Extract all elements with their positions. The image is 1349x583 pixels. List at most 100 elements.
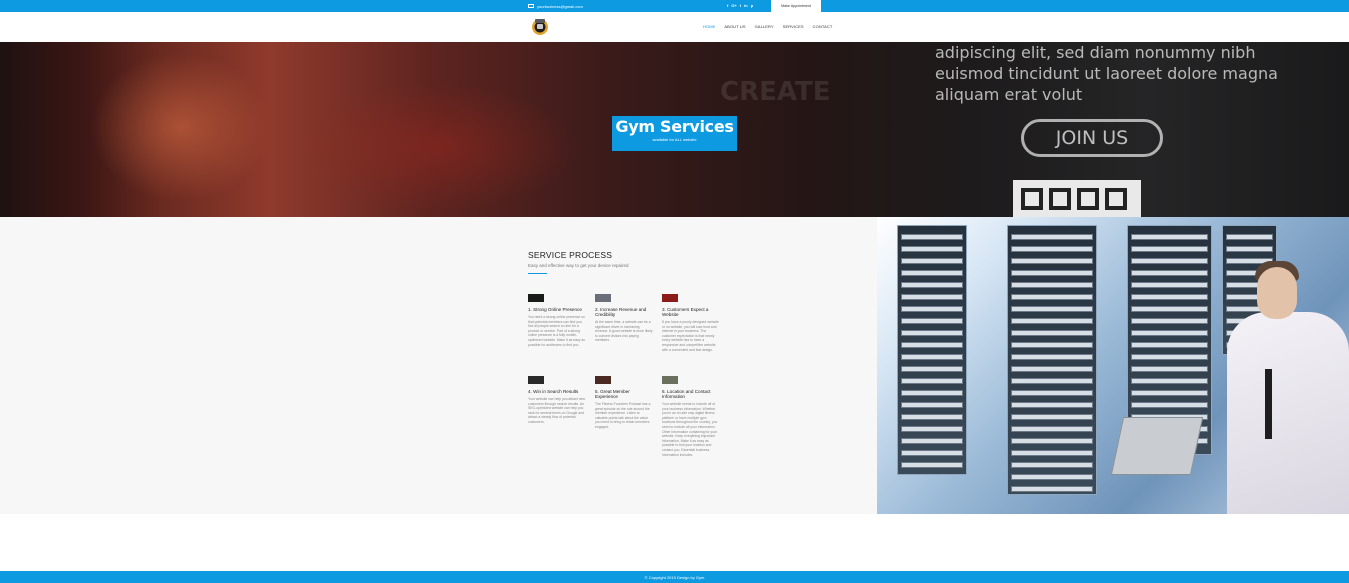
service-item-title: 2. Increase Revenue and Credibility	[595, 307, 647, 317]
technician	[1227, 312, 1349, 514]
section-underline	[528, 273, 547, 274]
nav-item-home[interactable]: HOME	[703, 24, 715, 29]
server-unit	[901, 426, 963, 432]
server-unit	[1131, 366, 1208, 372]
laptop	[1110, 417, 1204, 475]
server-unit	[1011, 486, 1093, 492]
qr-code	[1013, 180, 1141, 217]
server-unit	[1131, 318, 1208, 324]
section-title: SERVICE PROCESS	[528, 250, 613, 260]
server-unit	[1131, 390, 1208, 396]
server-unit	[1011, 366, 1093, 372]
main-navbar: HOME ABOUT US GALLERY SERVICES CONTACT	[0, 12, 1349, 43]
service-thumbnail	[595, 376, 611, 384]
service-item-title: 1. Strong Online Presence	[528, 307, 582, 312]
server-unit	[1226, 246, 1273, 252]
server-unit	[1011, 378, 1093, 384]
twitter-icon[interactable]: t	[740, 3, 741, 9]
nav-item-about-us[interactable]: ABOUT US	[724, 24, 745, 29]
service-thumbnail	[528, 294, 544, 302]
service-item-description: You need a strong online presence so tha…	[528, 315, 585, 347]
facebook-icon[interactable]: f	[727, 3, 728, 9]
make-appointment-button[interactable]: Make Appointment	[771, 0, 821, 12]
service-thumbnail	[528, 376, 544, 384]
server-unit	[901, 366, 963, 372]
server-rack	[897, 225, 967, 475]
technician-head	[1257, 267, 1297, 319]
nav-menu: HOME ABOUT US GALLERY SERVICES CONTACT	[703, 24, 832, 29]
server-room-photo	[877, 217, 1349, 514]
server-unit	[1011, 450, 1093, 456]
server-unit	[901, 354, 963, 360]
hero-background-line: aliquam erat volut	[935, 85, 1083, 104]
service-item: 2. Increase Revenue and Credibility At t…	[595, 294, 653, 343]
server-unit	[1011, 438, 1093, 444]
server-unit	[901, 378, 963, 384]
join-us-button: JOIN US	[1021, 119, 1163, 157]
server-unit	[901, 402, 963, 408]
server-unit	[901, 462, 963, 468]
social-links: f G+ t in p	[727, 3, 753, 9]
top-bar: yourbusiness@gmail.com f G+ t in p Make …	[0, 0, 1349, 12]
server-unit	[1131, 294, 1208, 300]
contact-email-text: yourbusiness@gmail.com	[537, 3, 583, 9]
server-unit	[901, 318, 963, 324]
service-item: 5. Great Member Experience The Fitness F…	[595, 376, 653, 430]
server-unit	[1011, 306, 1093, 312]
pinterest-icon[interactable]: p	[751, 3, 753, 9]
server-unit	[1011, 318, 1093, 324]
hero-banner: CREATE adipiscing elit, sed diam nonummy…	[0, 42, 1349, 217]
server-unit	[901, 282, 963, 288]
server-unit	[901, 294, 963, 300]
server-unit	[1011, 330, 1093, 336]
service-item-title: 3. Customers Expect a Website	[662, 307, 709, 317]
server-unit	[1011, 294, 1093, 300]
section-subtitle: Easy and effective way to get your devic…	[528, 263, 629, 268]
service-item-description: The Fitness Founders Podcast has a great…	[595, 402, 651, 429]
service-thumbnail	[662, 376, 678, 384]
hero-title-box: Gym Services available for ALL website	[612, 116, 737, 151]
service-item-title: 6. Location and Contact Information	[662, 389, 711, 399]
server-unit	[1011, 354, 1093, 360]
server-unit	[1226, 234, 1273, 240]
server-unit	[1011, 282, 1093, 288]
nav-item-gallery[interactable]: GALLERY	[755, 24, 774, 29]
server-unit	[1131, 258, 1208, 264]
server-unit	[901, 234, 963, 240]
gym-logo[interactable]	[530, 16, 550, 36]
server-unit	[901, 270, 963, 276]
server-unit	[1011, 258, 1093, 264]
service-item: 4. Win in Search Results Your website ca…	[528, 376, 586, 425]
service-item-description: If you have a poorly designed website or…	[662, 320, 719, 352]
copyright-text: © Copyright 2019 Design by Gym	[644, 574, 705, 580]
nav-item-contact[interactable]: CONTACT	[813, 24, 833, 29]
server-unit	[901, 438, 963, 444]
hero-background-text: adipiscing elit, sed diam nonummy nibh e…	[935, 42, 1278, 105]
nav-item-services[interactable]: SERVICES	[783, 24, 804, 29]
server-unit	[1011, 390, 1093, 396]
server-unit	[1011, 234, 1093, 240]
server-unit	[901, 390, 963, 396]
hero-glow	[90, 52, 270, 202]
technician-tie	[1265, 369, 1272, 439]
google-plus-icon[interactable]: G+	[731, 3, 736, 9]
server-unit	[901, 258, 963, 264]
server-unit	[1011, 270, 1093, 276]
service-item-description: Your website can help you attract new cu…	[528, 397, 585, 424]
linkedin-icon[interactable]: in	[744, 3, 748, 9]
service-item-title: 5. Great Member Experience	[595, 389, 630, 399]
server-rack	[1007, 225, 1097, 495]
service-item-title: 4. Win in Search Results	[528, 389, 579, 394]
service-item-description: Your website needs to include all of you…	[662, 402, 718, 457]
server-unit	[1131, 282, 1208, 288]
service-item: 6. Location and Contact Information Your…	[662, 376, 720, 457]
server-unit	[1011, 414, 1093, 420]
server-unit	[1131, 342, 1208, 348]
server-unit	[901, 306, 963, 312]
server-unit	[1131, 402, 1208, 408]
server-unit	[1011, 342, 1093, 348]
server-unit	[901, 342, 963, 348]
contact-email[interactable]: yourbusiness@gmail.com	[528, 2, 583, 10]
hero-title: Gym Services	[615, 117, 734, 136]
server-unit	[1011, 402, 1093, 408]
